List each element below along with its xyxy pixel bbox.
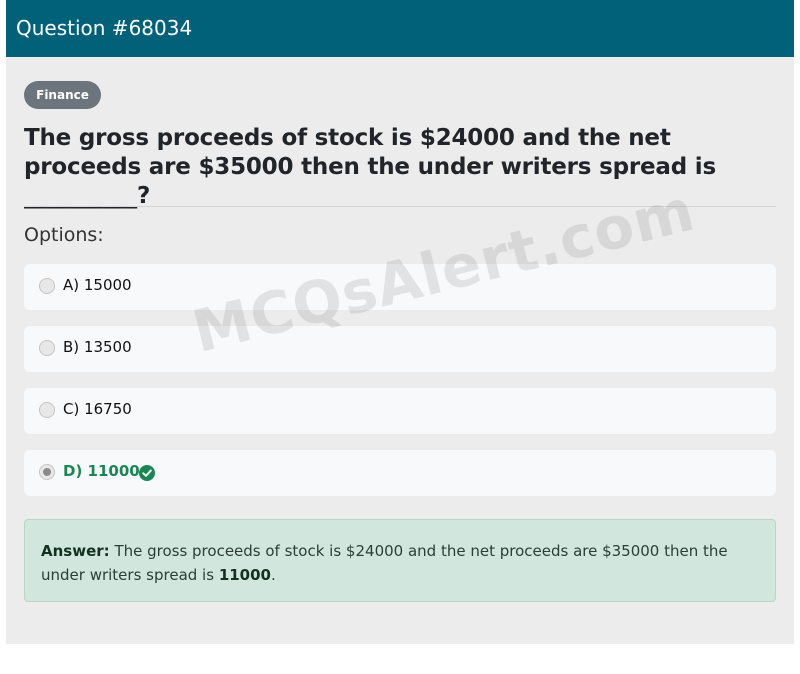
option-a[interactable]: A) 15000 <box>24 264 776 310</box>
option-b-label: B) 13500 <box>63 338 132 356</box>
option-b[interactable]: B) 13500 <box>24 326 776 372</box>
option-d[interactable]: D) 11000 <box>24 450 776 496</box>
question-title: Question #68034 <box>16 16 193 40</box>
card-header: Question #68034 <box>6 0 794 57</box>
option-d-label: D) 11000 <box>63 462 140 480</box>
radio-option-d[interactable] <box>39 464 55 480</box>
radio-option-a[interactable] <box>39 278 55 294</box>
answer-prefix: Answer: <box>41 542 110 560</box>
options-label: Options: <box>24 224 104 246</box>
radio-option-c[interactable] <box>39 402 55 418</box>
divider <box>24 206 776 207</box>
option-c-label: C) 16750 <box>63 400 132 418</box>
answer-box: Answer: The gross proceeds of stock is $… <box>24 519 776 602</box>
option-a-label: A) 15000 <box>63 276 132 294</box>
option-c[interactable]: C) 16750 <box>24 388 776 434</box>
answer-value: 11000 <box>218 566 271 584</box>
check-circle-icon <box>139 465 155 481</box>
category-badge[interactable]: Finance <box>24 81 101 109</box>
question-text: The gross proceeds of stock is $24000 an… <box>24 125 716 209</box>
answer-suffix: . <box>271 566 276 584</box>
radio-option-b[interactable] <box>39 340 55 356</box>
answer-text: The gross proceeds of stock is $24000 an… <box>41 542 728 584</box>
question-card: Question #68034 Finance The gross procee… <box>6 0 794 644</box>
